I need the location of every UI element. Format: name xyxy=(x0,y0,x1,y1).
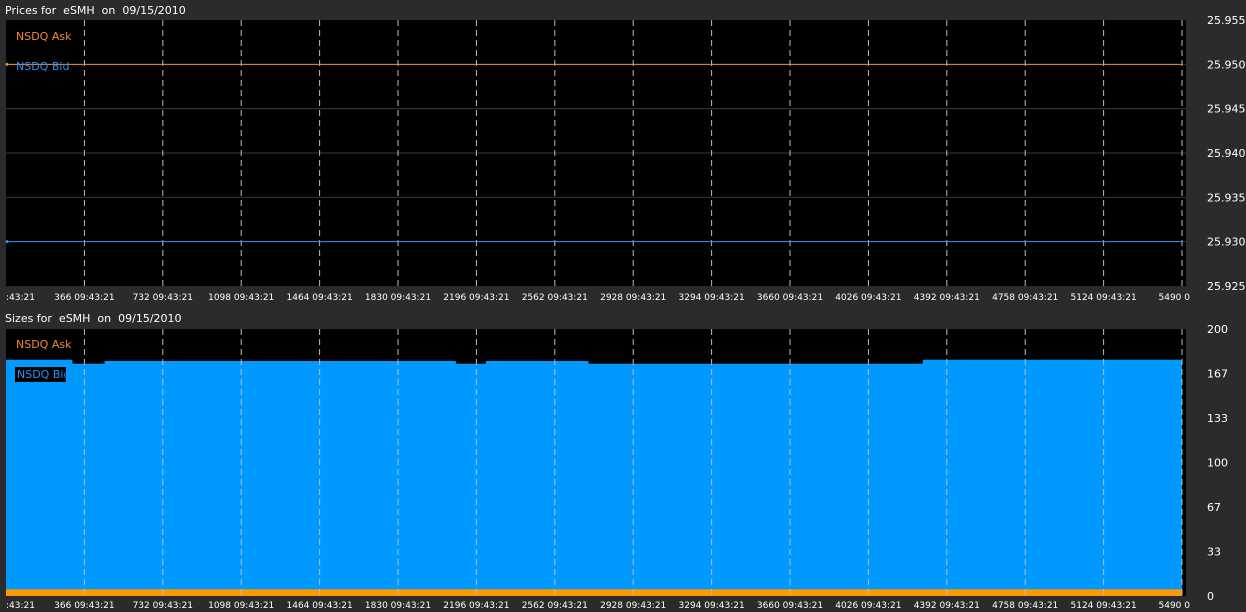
prices-x-tick-label: 2562 09:43:21 xyxy=(522,293,588,303)
prices-y-tick-label: 25.940 xyxy=(1207,147,1246,160)
prices-y-tick-label: 25.930 xyxy=(1207,236,1246,249)
sizes-y-tick-label: 33 xyxy=(1207,546,1221,559)
prices-y-tick-label: 25.950 xyxy=(1207,58,1246,71)
prices-x-tick-label: 4758 09:43:21 xyxy=(992,293,1058,303)
prices-legend-bid: NSDQ Bid xyxy=(16,60,69,73)
sizes-panel: Sizes for eSMH on 09/15/2010 200 167 133 10… xyxy=(5,312,1228,611)
prices-y-tick-label: 25.945 xyxy=(1207,103,1246,116)
sizes-x-tick-label: 732 09:43:21 xyxy=(133,601,193,611)
prices-panel: Prices for eSMH on 09/15/2010 25.955 25.9… xyxy=(5,4,1246,303)
prices-legend-ask: NSDQ Ask xyxy=(16,30,72,43)
sizes-right-edge xyxy=(1184,329,1186,596)
prices-x-tick-label: 3294 09:43:21 xyxy=(679,293,745,303)
sizes-x-tick-label: 2196 09:43:21 xyxy=(443,601,509,611)
prices-x-tick-label: 1098 09:43:21 xyxy=(208,293,274,303)
sizes-x-tick-label: 366 09:43:21 xyxy=(54,601,114,611)
sizes-x-tick-label: 4758 09:43:21 xyxy=(992,601,1058,611)
sizes-x-tick-label: 4026 09:43:21 xyxy=(835,601,901,611)
sizes-y-tick-label: 67 xyxy=(1207,501,1221,514)
prices-x-tick-label: 1830 09:43:21 xyxy=(365,293,431,303)
sizes-series xyxy=(6,359,1182,596)
prices-x-tick-label: 4392 09:43:21 xyxy=(914,293,980,303)
sizes-x-tick-label: 3660 09:43:21 xyxy=(757,601,823,611)
prices-y-tick-label: 25.935 xyxy=(1207,191,1246,204)
prices-x-tick-label: 366 09:43:21 xyxy=(54,293,114,303)
sizes-y-tick-label: 100 xyxy=(1207,457,1228,470)
sizes-x-tick-label: :43:21 xyxy=(6,601,35,611)
prices-x-tick-label: 732 09:43:21 xyxy=(133,293,193,303)
sizes-x-tick-label: 5124 09:43:21 xyxy=(1071,601,1137,611)
prices-x-tick-label: 2196 09:43:21 xyxy=(443,293,509,303)
prices-x-tick-label: 1464 09:43:21 xyxy=(287,293,353,303)
sizes-x-tick-label: 3294 09:43:21 xyxy=(679,601,745,611)
sizes-y-tick-label: 133 xyxy=(1207,412,1228,425)
sizes-legend-ask: NSDQ Ask xyxy=(16,338,72,351)
sizes-x-tick-label: 1464 09:43:21 xyxy=(287,601,353,611)
prices-x-tick-label: :43:21 xyxy=(6,293,35,303)
sizes-legend-bid: NSDQ Bid xyxy=(17,368,70,381)
sizes-y-tick-label: 167 xyxy=(1207,368,1228,381)
chart-window: Prices for eSMH on 09/15/2010 25.955 25.9… xyxy=(0,0,1246,612)
prices-x-tick-label: 2928 09:43:21 xyxy=(600,293,666,303)
sizes-y-tick-label: 0 xyxy=(1207,590,1214,603)
sizes-title: Sizes for eSMH on 09/15/2010 xyxy=(5,312,182,325)
sizes-x-tick-label: 4392 09:43:21 xyxy=(914,601,980,611)
prices-title: Prices for eSMH on 09/15/2010 xyxy=(5,4,186,17)
prices-x-tick-label: 5124 09:43:21 xyxy=(1071,293,1137,303)
ask-size-area xyxy=(6,589,1182,596)
sizes-x-tick-label: 2562 09:43:21 xyxy=(522,601,588,611)
sizes-x-tick-label: 1098 09:43:21 xyxy=(208,601,274,611)
prices-x-tick-label: 3660 09:43:21 xyxy=(757,293,823,303)
prices-y-tick-label: 25.925 xyxy=(1207,280,1246,293)
sizes-x-tick-label: 1830 09:43:21 xyxy=(365,601,431,611)
bid-size-area xyxy=(6,359,1182,596)
prices-x-tick-label: 4026 09:43:21 xyxy=(835,293,901,303)
ask-price-start-point xyxy=(5,62,9,66)
sizes-y-tick-label: 200 xyxy=(1207,323,1228,336)
sizes-x-tick-label: 2928 09:43:21 xyxy=(600,601,666,611)
prices-y-tick-label: 25.955 xyxy=(1207,14,1246,27)
bid-price-start-point xyxy=(5,240,9,244)
sizes-x-tick-label: 5490 0 xyxy=(1159,601,1191,611)
prices-x-tick-label: 5490 0 xyxy=(1159,293,1191,303)
